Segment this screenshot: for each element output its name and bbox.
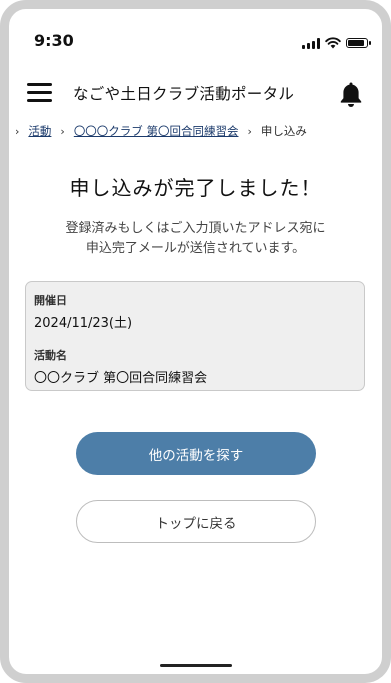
status-bar: 9:30 [9,9,382,69]
breadcrumb-link-event[interactable]: 〇〇〇クラブ 第〇回合同練習会 [74,123,239,139]
activity-value: 〇〇クラブ 第〇回合同練習会 [34,371,208,386]
chevron-right-icon: › [247,124,252,138]
battery-icon [346,38,371,48]
bell-icon[interactable] [338,80,364,108]
home-indicator [160,664,232,667]
breadcrumb: › 活動 › 〇〇〇クラブ 第〇回合同練習会 › 申し込み [9,121,382,141]
confirmation-message: 登録済みもしくはご入力頂いたアドレス宛に 申込完了メールが送信されています。 [9,219,382,259]
breadcrumb-current: 申し込み [260,124,307,138]
signal-icon [302,37,320,49]
chevron-right-icon: › [60,124,65,138]
event-details-card: 開催日 2024/11/23(土) 活動名 〇〇クラブ 第〇回合同練習会 [25,281,365,391]
status-icons [302,37,371,49]
status-time: 9:30 [34,31,74,50]
back-to-top-button[interactable]: トップに戻る [76,500,316,543]
find-other-activities-button[interactable]: 他の活動を探す [76,432,316,475]
activity-label: 活動名 [34,349,67,362]
wifi-icon [325,37,341,49]
hamburger-menu-icon[interactable] [27,83,52,103]
breadcrumb-link-activities[interactable]: 活動 [28,123,51,139]
message-line: 登録済みもしくはご入力頂いたアドレス宛に [65,221,326,236]
date-label: 開催日 [34,294,67,307]
app-header: なごや土日クラブ活動ポータル [9,69,382,115]
phone-frame: 9:30 なごや土日クラブ活動ポータル › 活動 › 〇〇〇クラブ 第〇回合同練… [0,0,391,683]
screen: 9:30 なごや土日クラブ活動ポータル › 活動 › 〇〇〇クラブ 第〇回合同練… [9,9,382,674]
page-title: 申し込みが完了しました！ [69,176,322,200]
app-title: なごや土日クラブ活動ポータル [73,85,295,103]
chevron-right-icon: › [15,124,20,138]
message-line: 申込完了メールが送信されています。 [85,241,306,256]
date-value: 2024/11/23(土) [34,316,133,331]
